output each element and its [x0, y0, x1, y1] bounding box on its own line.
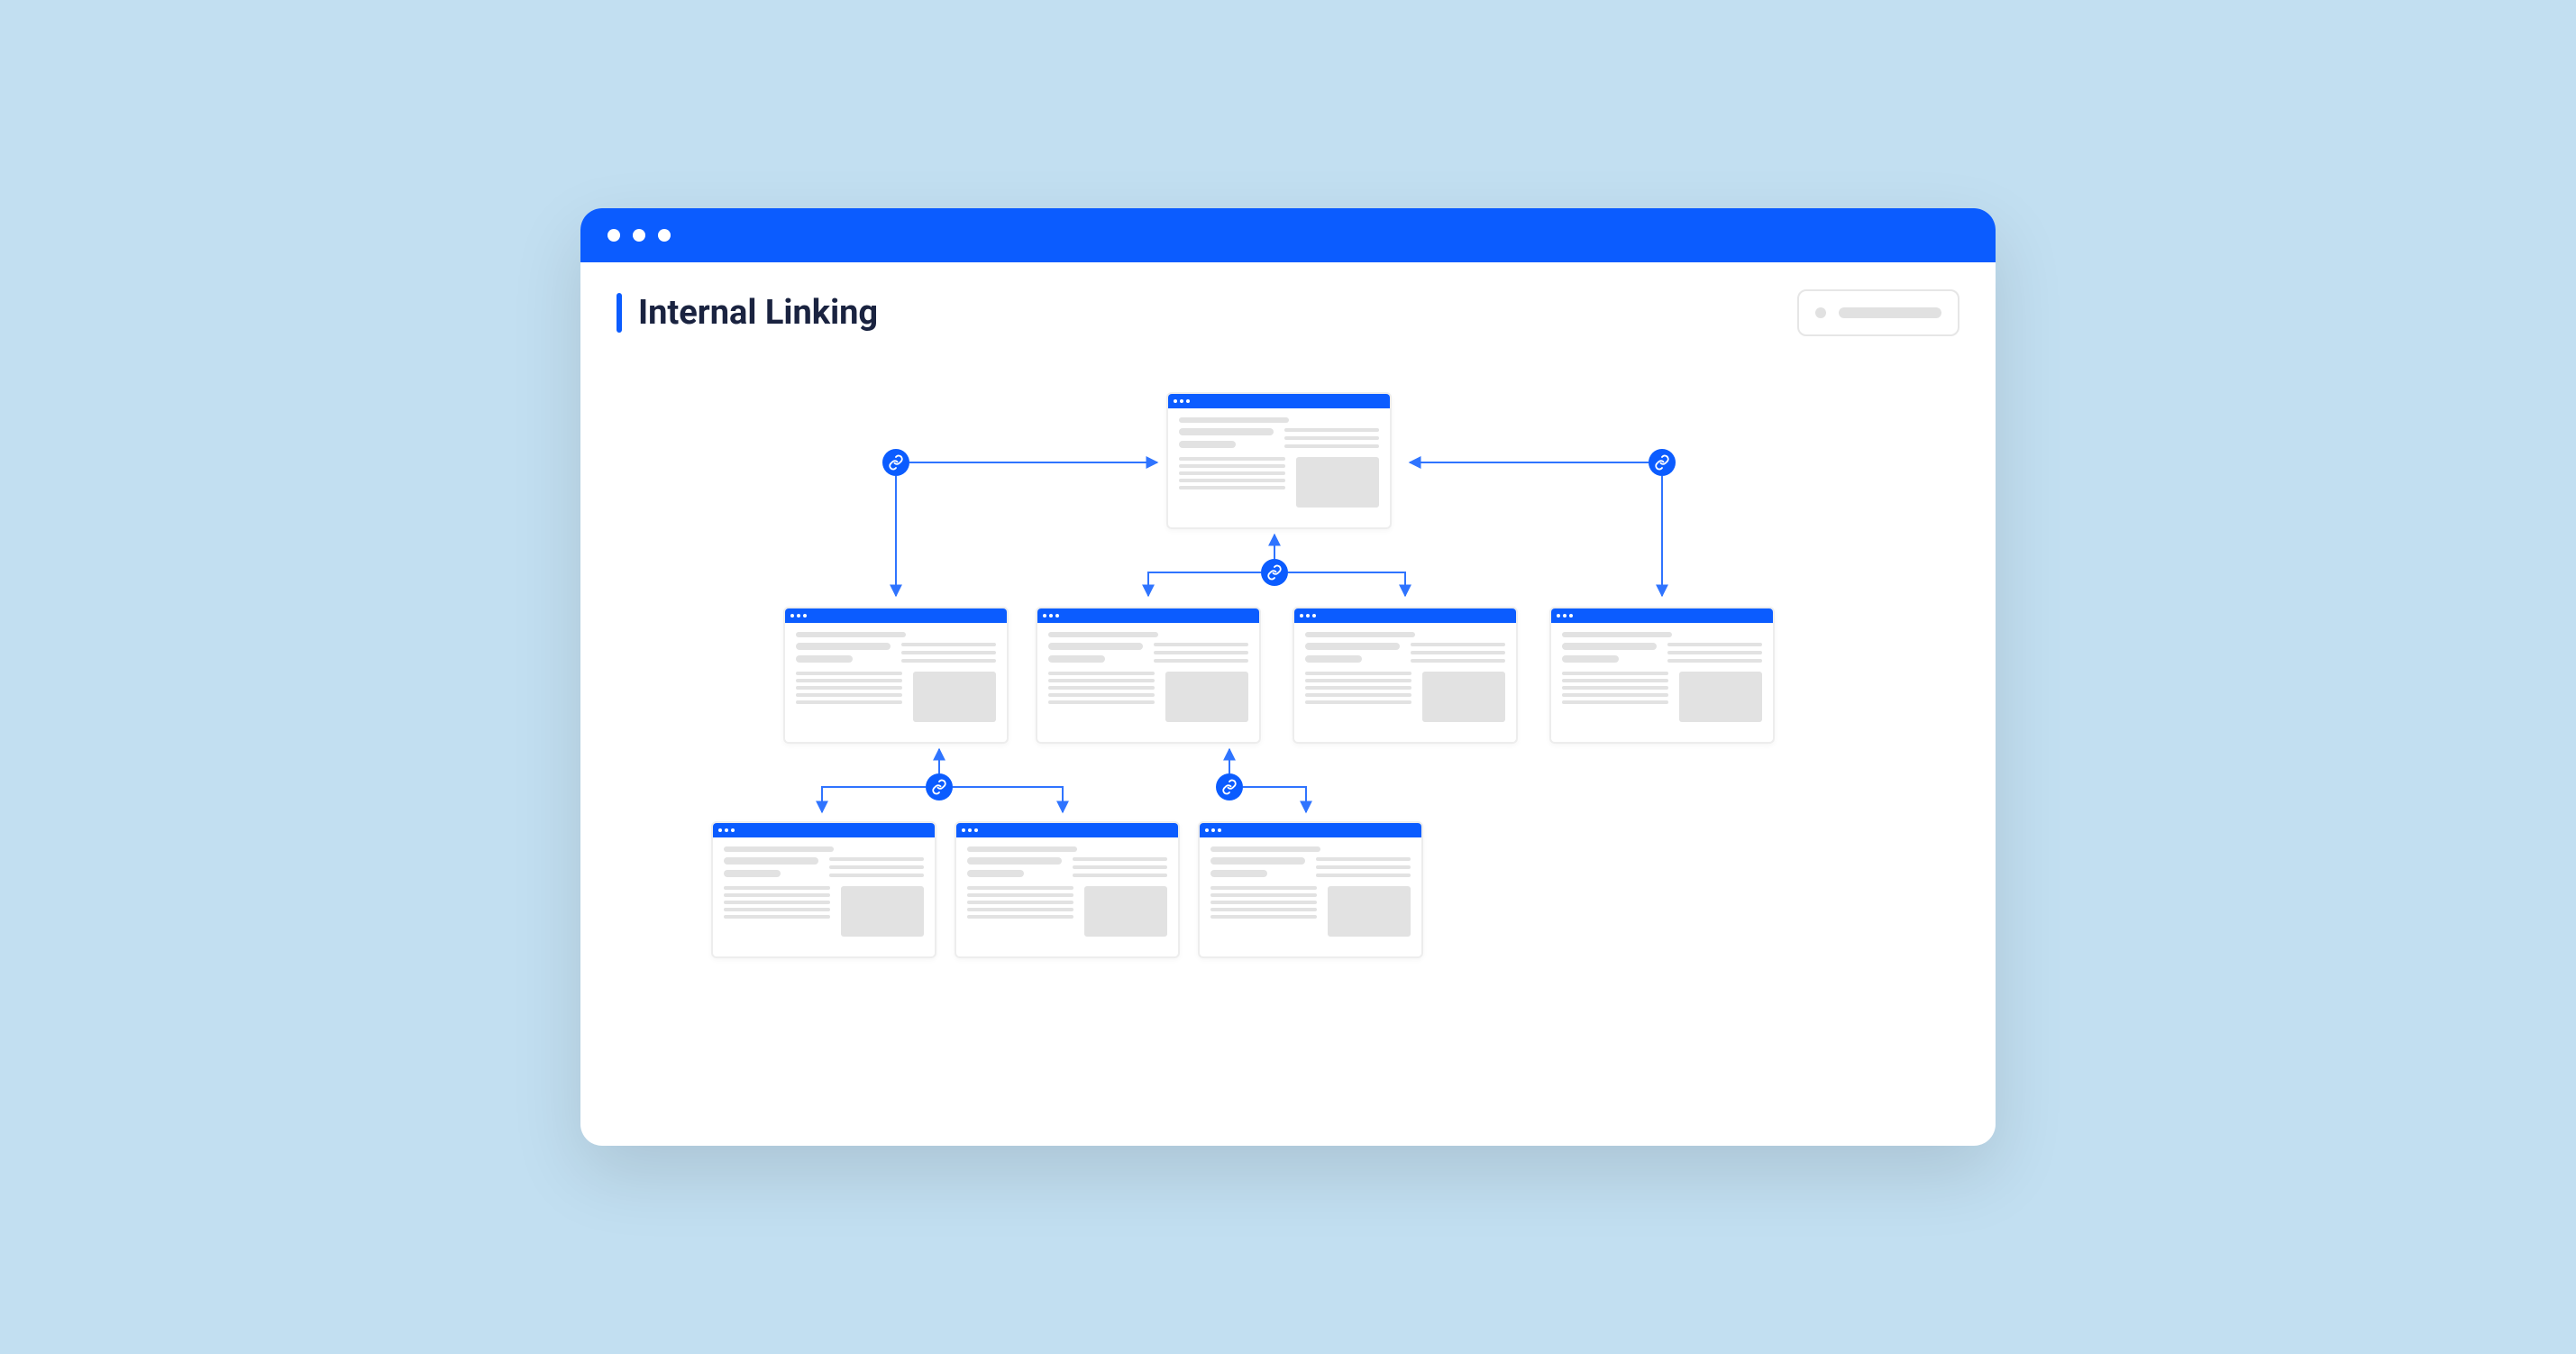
- window-title-bar: [580, 208, 1996, 262]
- button-dot-icon: [1815, 307, 1826, 318]
- link-icon: [1261, 559, 1288, 586]
- diagram-canvas: [580, 345, 1996, 1146]
- page-node-grandchild-2: [955, 821, 1180, 958]
- page-node-grandchild-3: [1198, 821, 1423, 958]
- page-node-grandchild-1: [711, 821, 936, 958]
- traffic-light-close-icon[interactable]: [607, 229, 620, 242]
- traffic-light-zoom-icon[interactable]: [658, 229, 671, 242]
- page-node-child-3: [1293, 607, 1518, 744]
- browser-window: Internal Linking: [580, 208, 1996, 1146]
- button-label-placeholder: [1839, 307, 1941, 318]
- title-accent-bar: [617, 293, 622, 333]
- traffic-light-minimize-icon[interactable]: [633, 229, 645, 242]
- header-action-button[interactable]: [1797, 289, 1959, 336]
- header-row: Internal Linking: [580, 262, 1996, 345]
- link-icon: [1216, 773, 1243, 801]
- link-icon: [926, 773, 953, 801]
- page-node-child-4: [1549, 607, 1775, 744]
- page-node-child-1: [783, 607, 1009, 744]
- page-title: Internal Linking: [638, 293, 878, 333]
- page-node-child-2: [1036, 607, 1261, 744]
- link-icon: [1649, 449, 1676, 476]
- link-icon: [882, 449, 909, 476]
- title-wrap: Internal Linking: [617, 293, 878, 333]
- page-node-root: [1166, 392, 1392, 529]
